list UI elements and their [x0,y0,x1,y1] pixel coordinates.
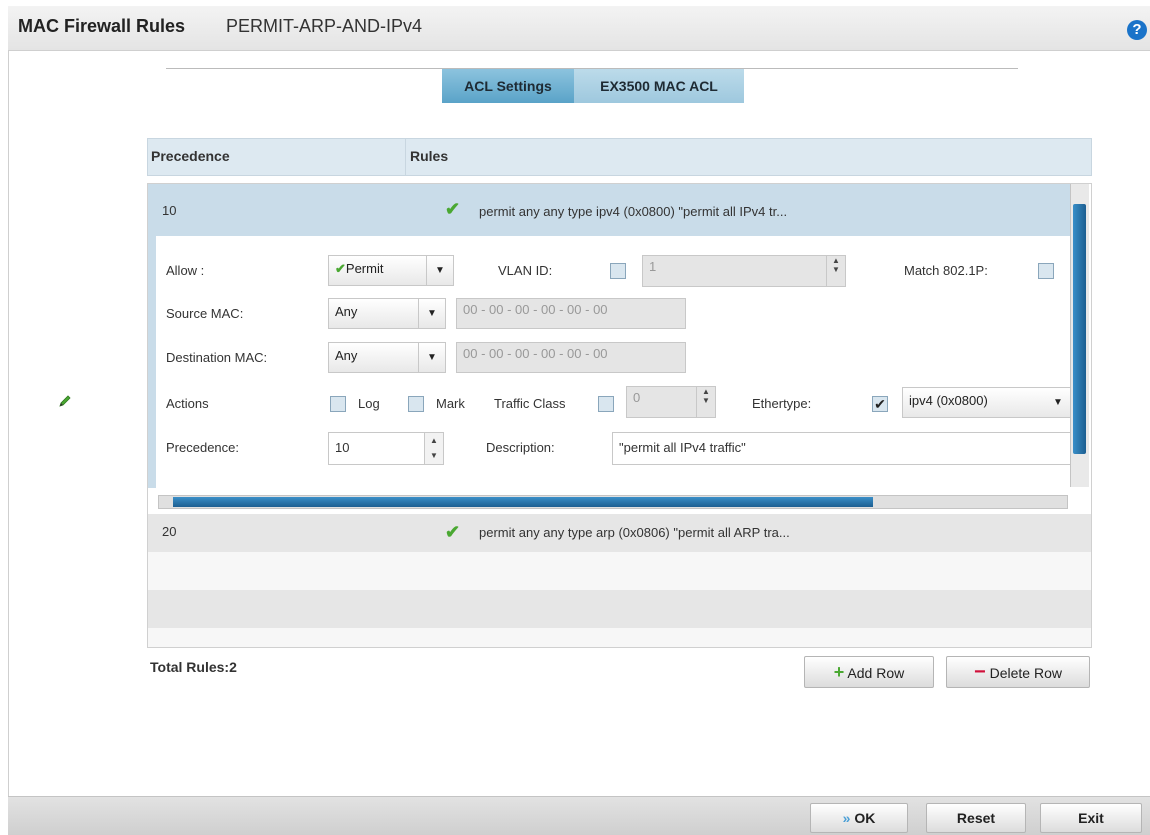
log-label: Log [358,396,380,411]
spinner-icon[interactable]: ▲ ▼ [696,387,715,417]
dest-mac-label: Destination MAC: [166,350,268,365]
ethertype-dropdown[interactable]: ipv4 (0x0800) ▼ [902,387,1072,418]
check-icon: ✔ [335,261,346,276]
check-icon: ✔ [445,199,461,219]
column-header-precedence[interactable]: Precedence [151,148,230,164]
spinner-icon[interactable]: ▲ ▼ [424,433,443,464]
title-bar: MAC Firewall Rules PERMIT-ARP-AND-IPv4 ? [8,6,1150,51]
row-rule: permit any any type ipv4 (0x0800) "permi… [479,204,788,219]
vlan-field[interactable]: 1 ▲ ▼ [642,255,846,287]
help-icon[interactable]: ? [1127,20,1147,40]
left-border [8,50,9,800]
mark-checkbox[interactable] [408,396,424,412]
rules-table: 10 ✔ permit any any type ipv4 (0x0800) "… [147,183,1092,648]
description-label: Description: [486,440,555,455]
source-mac-label: Source MAC: [166,306,244,321]
ok-arrow-icon: » [842,810,851,826]
log-checkbox[interactable] [330,396,346,412]
ok-button[interactable]: » OK [810,803,908,833]
ethertype-label: Ethertype: [752,396,812,411]
allow-label: Allow : [166,263,205,278]
page-title: MAC Firewall Rules [18,16,186,36]
traffic-class-label: Traffic Class [494,396,566,411]
row-rule: permit any any type arp (0x0806) "permit… [479,525,790,540]
chevron-down-icon: ▼ [418,299,445,328]
column-header-rules[interactable]: Rules [410,148,448,164]
table-row[interactable]: 10 ✔ permit any any type ipv4 (0x0800) "… [148,184,1070,236]
dest-mac-field[interactable]: 00 - 00 - 00 - 00 - 00 - 00 [456,342,686,373]
description-field[interactable]: "permit all IPv4 traffic" [612,432,1072,465]
total-rules: Total Rules:2 [150,659,237,675]
row-precedence: 10 [162,203,177,218]
check-icon: ✔ [445,522,461,542]
vlan-label: VLAN ID: [498,263,553,278]
empty-row [148,590,1091,628]
tab-acl-settings[interactable]: ACL Settings [442,69,574,103]
spinner-icon[interactable]: ▲ ▼ [826,256,845,286]
table-header: Precedence Rules [147,138,1092,176]
traffic-class-field[interactable]: 0 ▲ ▼ [626,386,716,418]
vertical-scrollbar[interactable] [1070,184,1089,487]
source-mac-field[interactable]: 00 - 00 - 00 - 00 - 00 - 00 [456,298,686,329]
exit-button[interactable]: Exit [1040,803,1142,833]
scrollbar-thumb[interactable] [173,497,873,507]
ethertype-value: ipv4 (0x0800) [909,393,988,408]
reset-button[interactable]: Reset [926,803,1026,833]
delete-row-label: Delete Row [989,665,1062,681]
delete-row-button[interactable]: − Delete Row [946,656,1090,688]
tab-ex3500-mac-acl[interactable]: EX3500 MAC ACL [574,69,744,103]
allow-dropdown[interactable]: ✔Permit ▼ [328,255,454,286]
mark-label: Mark [436,396,465,411]
edit-pencil-icon[interactable] [58,394,72,408]
empty-row [148,628,1091,647]
plus-icon: + [833,662,845,682]
source-mac-dropdown[interactable]: Any ▼ [328,298,446,329]
precedence-value: 10 [335,440,350,455]
precedence-label: Precedence: [166,440,239,455]
allow-value: Permit [345,261,384,276]
bottom-bar: » OK Reset Exit [8,796,1150,835]
traffic-class-value: 0 [633,390,641,405]
add-row-label: Add Row [847,665,905,681]
source-mac-value: Any [335,304,358,319]
empty-row [148,552,1091,590]
actions-label: Actions [166,396,209,411]
minus-icon: − [974,661,986,683]
chevron-down-icon: ▼ [426,256,453,285]
traffic-class-checkbox[interactable] [598,396,614,412]
column-separator [405,139,406,175]
row-precedence: 20 [162,524,177,539]
chevron-down-icon: ▼ [418,343,445,372]
dest-mac-value: Any [335,348,358,363]
horizontal-scrollbar[interactable] [158,495,1068,509]
vlan-value: 1 [649,259,657,274]
dest-mac-dropdown[interactable]: Any ▼ [328,342,446,373]
match-checkbox[interactable] [1038,263,1054,279]
precedence-field[interactable]: 10 ▲ ▼ [328,432,444,465]
chevron-down-icon: ▼ [1053,397,1063,408]
ok-label: OK [854,810,876,826]
page-subtitle: PERMIT-ARP-AND-IPv4 [226,16,423,36]
ethertype-checkbox[interactable]: ✔ [872,396,888,412]
table-row[interactable]: 20 ✔ permit any any type arp (0x0806) "p… [148,514,1091,552]
rule-editor: Allow : ✔Permit ▼ VLAN ID: 1 ▲ ▼ Match 80… [148,236,1072,488]
add-row-button[interactable]: + Add Row [804,656,934,688]
match-label: Match 802.1P: [904,263,988,278]
scrollbar-thumb[interactable] [1073,204,1086,454]
vlan-checkbox[interactable] [610,263,626,279]
